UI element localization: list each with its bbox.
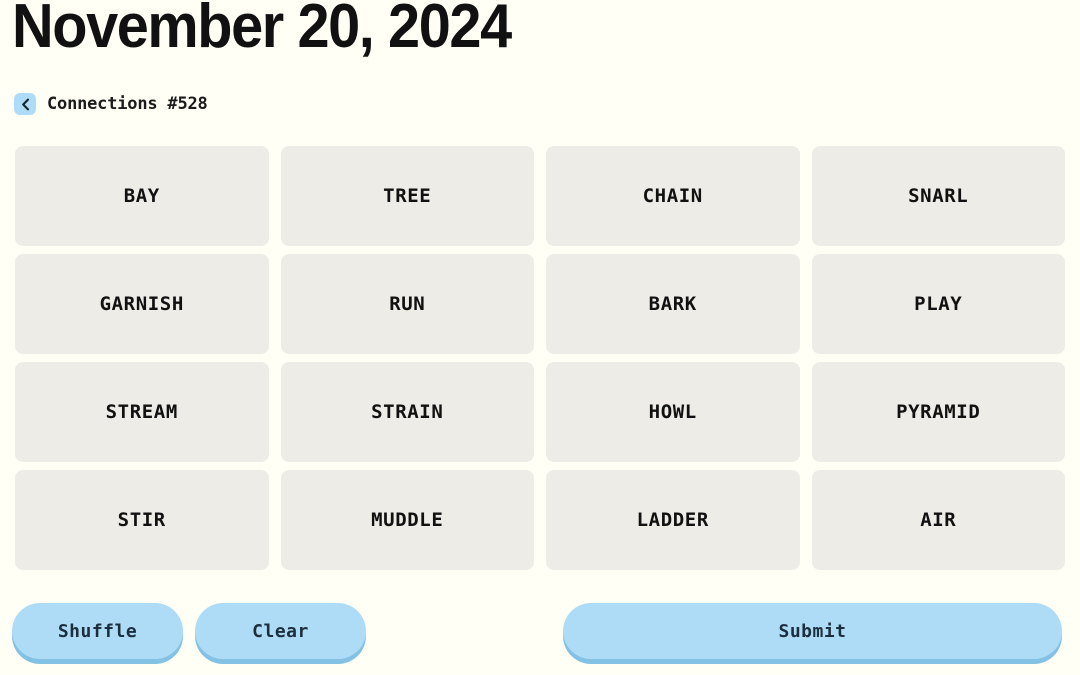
word-tile[interactable]: STREAM [15,362,269,462]
chevron-left-icon[interactable] [14,93,36,115]
controls-bar: Shuffle Clear Submit [0,603,1080,665]
word-tile-label: STIR [117,509,166,531]
word-tile[interactable]: PYRAMID [811,362,1065,462]
word-tile[interactable]: BAY [15,146,269,246]
word-tile-grid: BAY TREE CHAIN SNARL GARNISH RUN BARK PL… [15,146,1065,570]
word-tile[interactable]: SNARL [811,146,1065,246]
page-title: November 20, 2024 [12,0,512,61]
shuffle-button[interactable]: Shuffle [12,603,183,659]
word-tile-label: BARK [648,293,697,315]
breadcrumb: Connections #528 [14,92,208,116]
word-tile[interactable]: BARK [546,254,800,354]
clear-button[interactable]: Clear [195,603,366,659]
word-tile-label: LADDER [636,509,709,531]
word-tile[interactable]: AIR [811,470,1065,570]
word-tile-label: RUN [389,293,426,315]
word-tile-label: AIR [920,509,957,531]
connections-puzzle-page: November 20, 2024 Connections #528 BAY T… [0,0,1080,675]
word-tile[interactable]: STIR [15,470,269,570]
word-tile-label: TREE [383,185,432,207]
word-tile-label: STRAIN [371,401,444,423]
word-tile-label: PLAY [914,293,963,315]
word-tile[interactable]: STRAIN [280,362,534,462]
word-tile-label: BAY [123,185,160,207]
word-tile[interactable]: RUN [280,254,534,354]
submit-button[interactable]: Submit [563,603,1062,659]
word-tile-label: HOWL [648,401,697,423]
word-tile[interactable]: PLAY [811,254,1065,354]
word-tile-label: PYRAMID [896,401,981,423]
word-tile[interactable]: GARNISH [15,254,269,354]
word-tile[interactable]: LADDER [546,470,800,570]
word-tile-label: SNARL [908,185,969,207]
word-tile-label: MUDDLE [371,509,444,531]
word-tile-label: STREAM [105,401,178,423]
word-tile[interactable]: HOWL [546,362,800,462]
word-tile-label: CHAIN [642,185,703,207]
word-tile[interactable]: TREE [280,146,534,246]
puzzle-name-label: Connections #528 [47,94,208,114]
word-tile-label: GARNISH [99,293,184,315]
word-tile[interactable]: CHAIN [546,146,800,246]
word-tile[interactable]: MUDDLE [280,470,534,570]
